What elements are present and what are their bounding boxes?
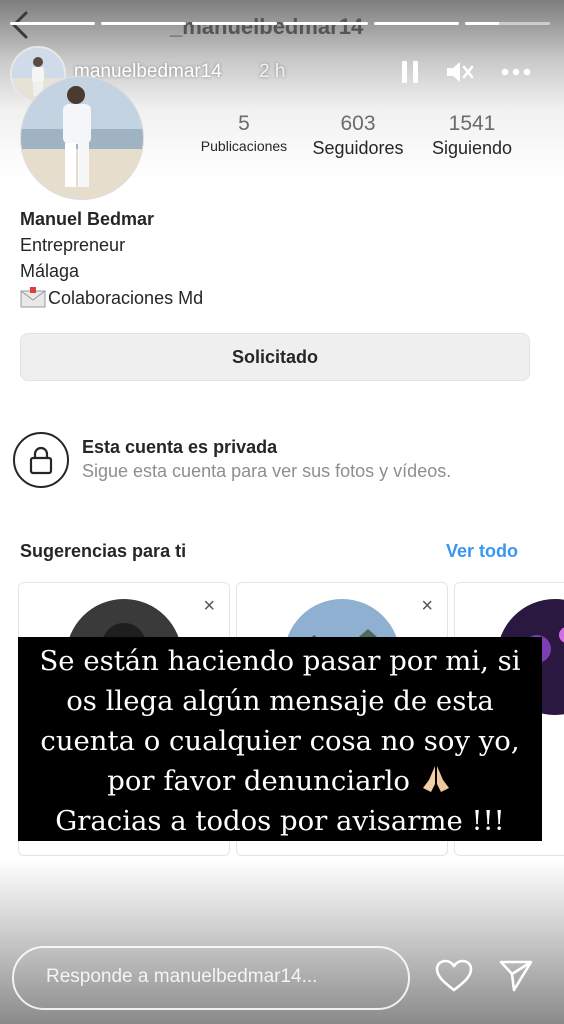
reply-placeholder: Responde a manuelbedmar14... [46, 966, 318, 987]
more-icon[interactable] [500, 56, 532, 88]
close-icon[interactable]: × [203, 595, 215, 618]
requested-button[interactable]: Solicitado [20, 333, 530, 381]
profile-name: Manuel Bedmar [20, 209, 155, 229]
overlay-line-text: por favor denunciarlo [107, 765, 410, 797]
story-progress-fill [283, 22, 368, 25]
overlay-line: cuenta o cualquier cosa no soy yo, [40, 725, 520, 757]
stat-following-label: Siguiendo [431, 138, 513, 158]
stat-posts[interactable]: 5 Publicaciones [194, 112, 294, 154]
story-progress-fill [465, 22, 499, 25]
stat-followers[interactable]: 603 Seguidores [305, 112, 411, 159]
pause-icon[interactable] [394, 56, 426, 88]
overlay-line: Gracias a todos por avisarme !!! [55, 805, 505, 837]
mute-icon[interactable] [444, 56, 476, 88]
story-progress-fill [101, 22, 186, 25]
stat-posts-value: 5 [238, 112, 250, 135]
see-all-link[interactable]: Ver todo [446, 541, 518, 562]
story-progress-fill [374, 22, 459, 25]
overlay-line: os llega algún mensaje de esta [66, 685, 494, 717]
bio-line: Málaga [20, 261, 80, 281]
stat-posts-label: Publicaciones [200, 138, 288, 154]
overlay-line: por favor denunciarlo [18, 761, 542, 801]
heart-icon[interactable] [434, 956, 474, 996]
story-progress-bar [465, 22, 550, 25]
overlay-line: Se están haciendo pasar por mi, si [39, 645, 521, 677]
story-progress-bar [10, 22, 95, 25]
story-viewer: _manuelbedmar14 manuelbedmar14 2 h 5 Pub… [0, 0, 564, 1024]
reply-input[interactable]: Responde a manuelbedmar14... [12, 946, 410, 1010]
story-progress-bar [101, 22, 186, 25]
story-progress-fill [10, 22, 95, 25]
stat-following-value: 1541 [448, 112, 496, 135]
suggestions-title: Sugerencias para ti [20, 541, 187, 561]
story-progress-fill [192, 22, 277, 25]
praying-hands-icon [419, 764, 453, 794]
profile-header-username: _manuelbedmar14 [170, 14, 364, 39]
stat-followers-value: 603 [340, 112, 376, 135]
story-progress-bar [283, 22, 368, 25]
close-icon[interactable]: × [421, 595, 433, 618]
bio-line: Entrepreneur [20, 235, 126, 255]
send-icon[interactable] [496, 956, 536, 996]
back-arrow-icon[interactable] [8, 10, 32, 46]
story-progress-bar [192, 22, 277, 25]
story-progress-bar [374, 22, 459, 25]
story-progress [10, 22, 550, 26]
bio-line-text: Colaboraciones Md [48, 287, 204, 308]
stat-followers-label: Seguidores [312, 138, 404, 158]
story-time: 2 h [259, 61, 286, 82]
envelope-icon [20, 287, 46, 309]
private-account-title: Esta cuenta es privada [82, 437, 278, 457]
private-account-subtitle: Sigue esta cuenta para ver sus fotos y v… [82, 461, 452, 481]
bio-line: Colaboraciones Md [20, 287, 203, 309]
lock-icon [13, 432, 69, 488]
profile-picture [20, 76, 144, 200]
stat-following[interactable]: 1541 Siguiendo [422, 112, 522, 159]
story-text-overlay: Se están haciendo pasar por mi, si os ll… [18, 637, 542, 841]
